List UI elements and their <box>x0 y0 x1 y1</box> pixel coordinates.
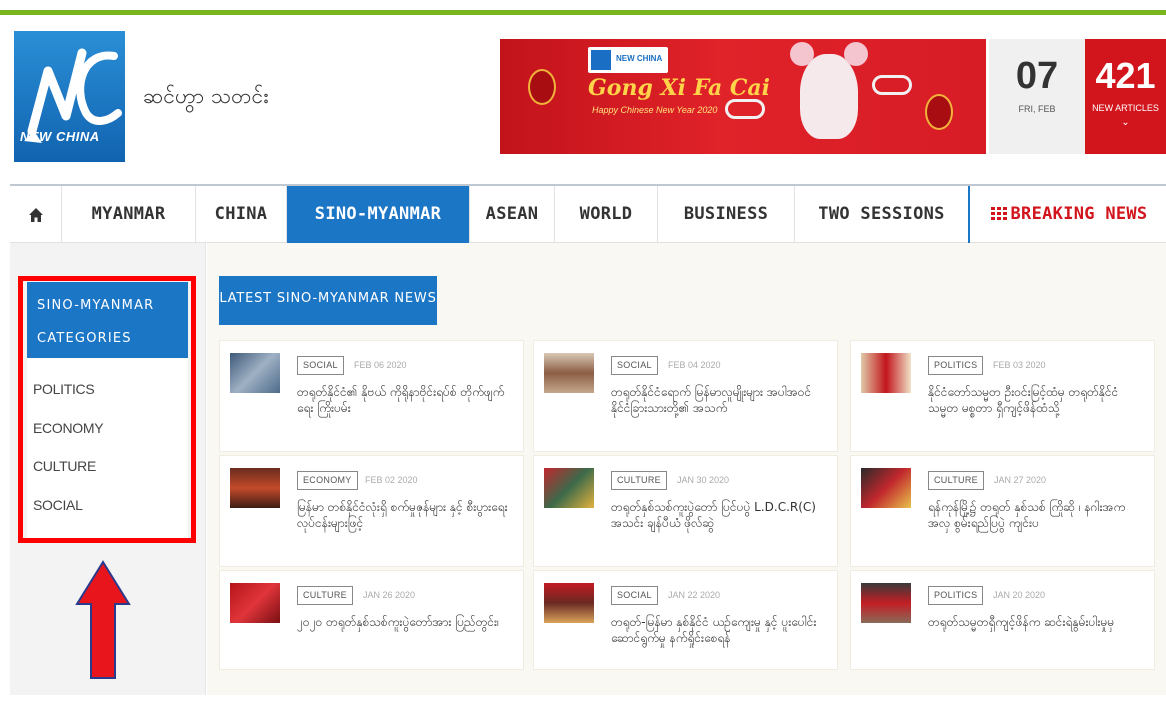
breaking-news-label: BREAKING NEWS <box>1010 204 1148 224</box>
up-arrow-icon <box>75 560 131 679</box>
top-accent-bar <box>0 10 1166 15</box>
article-date: JAN 30 2020 <box>677 475 730 485</box>
nav-home[interactable] <box>10 186 62 243</box>
article-title[interactable]: ၂၀၂၀ တရုတ်နှစ်သစ်ကူးပွဲတော်အား ပြည်တွင်း… <box>297 614 512 658</box>
article-thumbnail[interactable] <box>230 468 280 508</box>
article-thumbnail[interactable] <box>861 468 911 508</box>
cloud-icon <box>872 75 912 95</box>
article-card[interactable]: POLITICS JAN 20 2020 တရုတ်သမ္မတရှီကျင့်ဖ… <box>850 570 1155 670</box>
article-thumbnail[interactable] <box>544 468 594 508</box>
article-card[interactable]: POLITICS FEB 03 2020 နိုင်ငံတော်သမ္မတ ဦး… <box>850 340 1155 452</box>
nav-item-asean[interactable]: ASEAN <box>470 186 555 243</box>
logo-text: NEW CHINA <box>20 129 100 144</box>
new-articles-widget[interactable]: 421 NEW ARTICLES ⌄ <box>1085 39 1166 154</box>
lantern-icon <box>925 94 953 130</box>
article-card[interactable]: CULTURE JAN 26 2020 ၂၀၂၀ တရုတ်နှစ်သစ်ကူး… <box>219 570 524 670</box>
article-title[interactable]: တရုတ်နိုင်ငံ၏ နိုဗယ် ကိုရိုနာဗိုင်းရပ်စ်… <box>297 384 512 436</box>
date-widget: 07 FRI, FEB <box>989 39 1085 154</box>
article-tag[interactable]: CULTURE <box>611 471 667 490</box>
nav-item-two-sessions[interactable]: TWO SESSIONS <box>795 186 970 243</box>
grid-icon <box>990 207 1007 220</box>
article-tag[interactable]: SOCIAL <box>297 356 344 375</box>
nav-item-sino-myanmar[interactable]: SINO-MYANMAR <box>287 186 470 243</box>
article-card[interactable]: SOCIAL JAN 22 2020 တရုတ်-မြန်မာ နှစ်နိုင… <box>533 570 838 670</box>
article-thumbnail[interactable] <box>230 583 280 623</box>
highlight-box <box>18 276 196 543</box>
chevron-down-icon[interactable]: ⌄ <box>1085 117 1166 128</box>
nav-item-world[interactable]: WORLD <box>555 186 658 243</box>
date-day: 07 <box>1015 55 1059 97</box>
article-tag[interactable]: SOCIAL <box>611 586 658 605</box>
new-year-banner[interactable]: NEW CHINA Gong Xi Fa Cai Happy Chinese N… <box>500 39 986 154</box>
article-thumbnail[interactable] <box>544 583 594 623</box>
date-label: FRI, FEB <box>1018 104 1056 114</box>
new-articles-count: 421 <box>1095 55 1156 96</box>
article-tag[interactable]: POLITICS <box>928 586 984 605</box>
rat-mascot-icon <box>790 42 868 139</box>
article-title[interactable]: မြန်မာ တစ်နိုင်ငံလုံးရှိ စက်မှုဇုန်များ … <box>297 499 512 551</box>
article-card[interactable]: SOCIAL FEB 06 2020 တရုတ်နိုင်ငံ၏ နိုဗယ် … <box>219 340 524 452</box>
cloud-icon <box>725 99 765 119</box>
article-card[interactable]: CULTURE JAN 30 2020 တရုတ်နှစ်သစ်ကူးပွဲတေ… <box>533 455 838 567</box>
article-date: JAN 27 2020 <box>994 475 1047 485</box>
article-date: FEB 02 2020 <box>365 475 418 485</box>
article-thumbnail[interactable] <box>544 353 594 393</box>
article-title[interactable]: တရုတ်နိုင်ငံရောက် မြန်မာလူမျိုးများ အပါအ… <box>611 384 826 436</box>
article-date: JAN 26 2020 <box>363 590 416 600</box>
article-title[interactable]: ရန်ကုန်မြို့၌ တရုတ် နှစ်သစ် ကြိုဆို ၊ နဂ… <box>928 499 1143 551</box>
site-logo[interactable]: NEW CHINA <box>14 31 125 162</box>
article-date: FEB 06 2020 <box>354 360 407 370</box>
latest-news-tab[interactable]: LATEST SINO-MYANMAR NEWS <box>219 276 437 325</box>
article-thumbnail[interactable] <box>861 583 911 623</box>
article-tag[interactable]: POLITICS <box>928 356 984 375</box>
nav-item-breaking-news[interactable]: BREAKING NEWS <box>972 186 1166 243</box>
article-thumbnail[interactable] <box>230 353 280 393</box>
article-date: JAN 22 2020 <box>668 590 721 600</box>
site-name[interactable]: ဆင်ဟွာ သတင်း <box>143 83 269 114</box>
article-title[interactable]: တရုတ်-မြန်မာ နှစ်နိုင်ငံ ယဉ်ကျေးမှု နှင့… <box>611 614 826 658</box>
nav-item-china[interactable]: CHINA <box>196 186 287 243</box>
banner-logo: NEW CHINA <box>588 47 668 73</box>
new-articles-label: NEW ARTICLES <box>1092 103 1159 113</box>
nav-item-myanmar[interactable]: MYANMAR <box>62 186 196 243</box>
article-tag[interactable]: CULTURE <box>297 586 353 605</box>
article-card[interactable]: ECONOMY FEB 02 2020 မြန်မာ တစ်နိုင်ငံလုံ… <box>219 455 524 567</box>
article-date: FEB 03 2020 <box>993 360 1046 370</box>
home-icon <box>28 208 43 222</box>
banner-subtitle: Happy Chinese New Year 2020 <box>592 105 718 115</box>
main-nav: MYANMAR CHINA SINO-MYANMAR ASEAN WORLD B… <box>10 184 1166 243</box>
article-date: FEB 04 2020 <box>668 360 721 370</box>
lantern-icon <box>528 69 556 105</box>
article-thumbnail[interactable] <box>861 353 911 393</box>
article-tag[interactable]: SOCIAL <box>611 356 658 375</box>
article-title[interactable]: တရုတ်နှစ်သစ်ကူးပွဲတော် ပြင်ပပွဲ L.D.C.R(… <box>611 499 826 551</box>
banner-title: Gong Xi Fa Cai <box>588 75 771 101</box>
article-card[interactable]: SOCIAL FEB 04 2020 တရုတ်နိုင်ငံရောက် မြန… <box>533 340 838 452</box>
banner-logo-text: NEW CHINA <box>616 54 663 63</box>
article-tag[interactable]: ECONOMY <box>297 471 358 490</box>
nav-item-business[interactable]: BUSINESS <box>658 186 795 243</box>
article-title[interactable]: တရုတ်သမ္မတရှီကျင့်ဖိန်က ဆင်းရဲနွမ်းပါးမှ… <box>928 614 1143 658</box>
article-title[interactable]: နိုင်ငံတော်သမ္မတ ဦးဝင်းမြင့်ထံမှ တရုတ်နိ… <box>928 384 1143 436</box>
article-date: JAN 20 2020 <box>993 590 1046 600</box>
article-card[interactable]: CULTURE JAN 27 2020 ရန်ကုန်မြို့၌ တရုတ် … <box>850 455 1155 567</box>
article-tag[interactable]: CULTURE <box>928 471 984 490</box>
